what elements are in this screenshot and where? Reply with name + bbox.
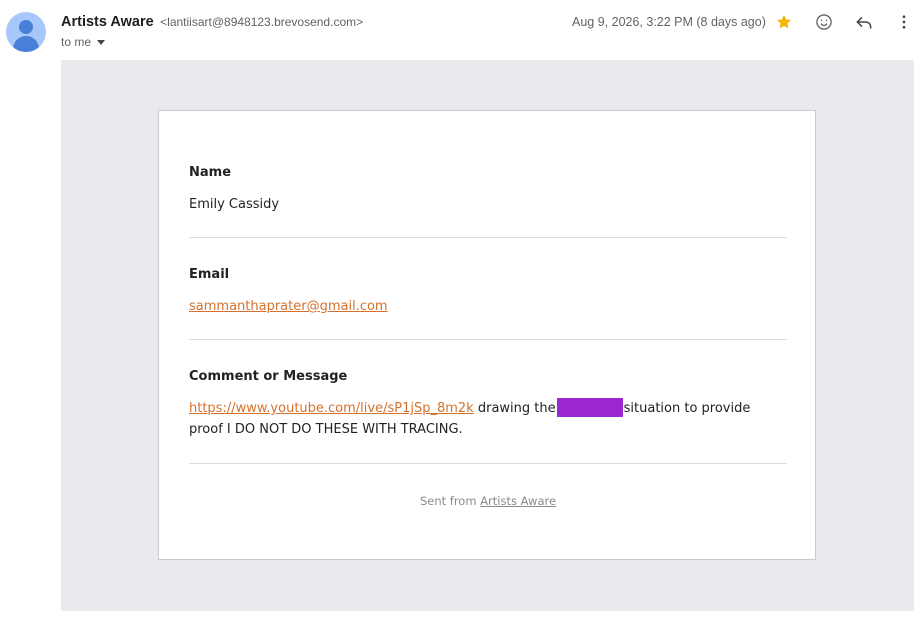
star-icon: [776, 14, 792, 29]
email-field: Email sammanthaprater@gmail.com: [189, 267, 787, 317]
divider: [189, 339, 787, 340]
recipient-details-toggle[interactable]: to me: [61, 35, 106, 49]
avatar-body: [13, 36, 39, 52]
emoji-reaction-icon: [816, 14, 832, 30]
redaction-block: [556, 398, 623, 417]
message-value: https://www.youtube.com/live/sP1jSp_8m2k…: [189, 398, 787, 440]
name-label: Name: [189, 165, 232, 180]
email-date: Aug 9, 2026, 3:22 PM (8 days ago): [572, 15, 766, 29]
footer-prefix: Sent from: [419, 494, 481, 508]
sender-avatar[interactable]: [6, 12, 46, 52]
recipient-label: to me: [61, 35, 92, 49]
message-text-before: drawing the: [473, 401, 556, 416]
avatar-head: [19, 20, 33, 34]
add-reaction-button[interactable]: [812, 10, 836, 34]
sender-name[interactable]: Artists Aware: [61, 14, 154, 30]
name-value: Emily Cassidy: [189, 197, 280, 212]
reply-button[interactable]: [852, 10, 876, 34]
more-options-button[interactable]: [892, 10, 916, 34]
divider: [189, 237, 787, 238]
more-vert-icon: [902, 15, 906, 29]
email-body-card: Name Emily Cassidy Email sammanthaprater…: [158, 110, 816, 560]
artists-aware-link[interactable]: Artists Aware: [480, 494, 556, 508]
message-label: Comment or Message: [189, 369, 348, 384]
youtube-link[interactable]: https://www.youtube.com/live/sP1jSp_8m2k: [189, 401, 474, 416]
email-link[interactable]: sammanthaprater@gmail.com: [189, 299, 388, 314]
email-label: Email: [189, 267, 230, 282]
reply-icon: [856, 17, 872, 29]
sent-from-footer: Sent from Artists Aware: [159, 494, 817, 508]
sender-line: Artists Aware <lantiisart@8948123.brevos…: [61, 13, 363, 31]
message-field: Comment or Message https://www.youtube.c…: [189, 369, 787, 440]
divider: [189, 463, 787, 464]
sender-email: <lantiisart@8948123.brevosend.com>: [160, 15, 364, 29]
chevron-down-icon: [97, 40, 106, 45]
name-field: Name Emily Cassidy: [189, 165, 787, 215]
star-button[interactable]: [772, 10, 796, 34]
